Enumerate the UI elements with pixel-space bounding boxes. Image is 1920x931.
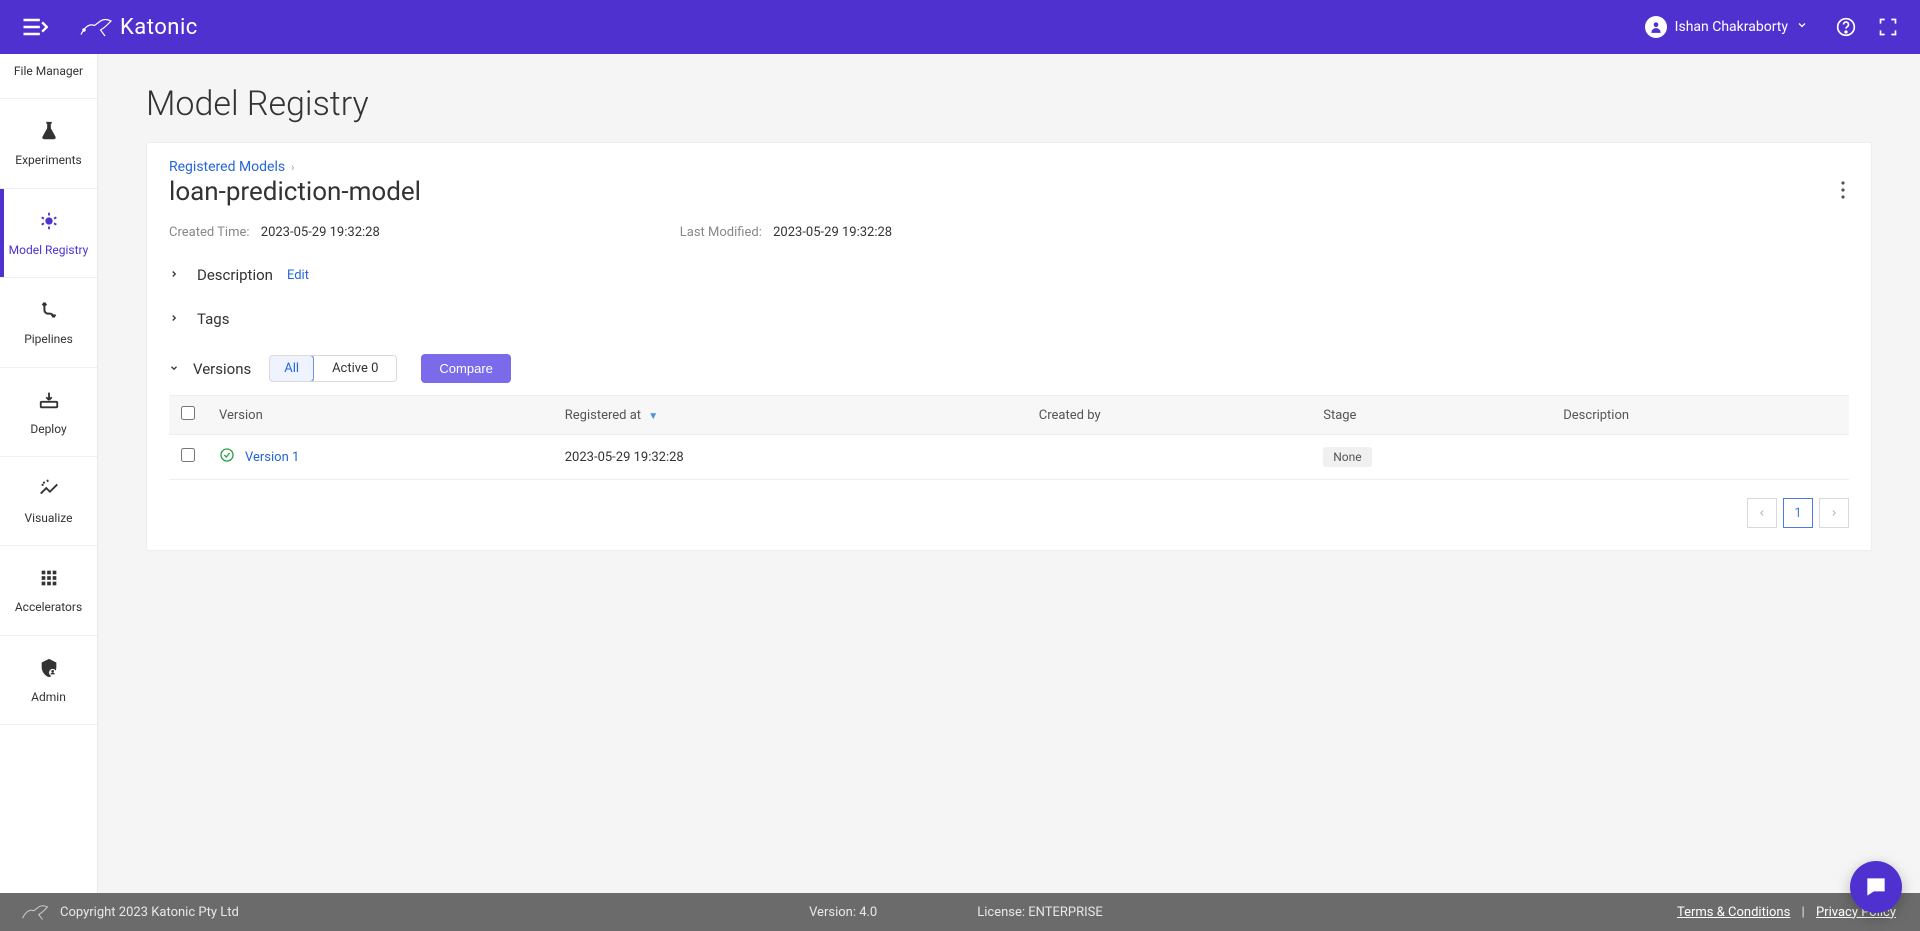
sidebar-item-label: Deploy: [30, 422, 66, 436]
footer: Copyright 2023 Katonic Pty Ltd Version: …: [0, 893, 1920, 931]
main-content: Model Registry Registered Models › loan-…: [98, 54, 1920, 893]
filter-all-tab[interactable]: All: [269, 355, 314, 382]
visualize-icon: [37, 477, 61, 501]
sidebar-item-label: Pipelines: [24, 332, 73, 346]
sidebar-item-visualize[interactable]: Visualize: [0, 457, 97, 546]
col-created-by[interactable]: Created by: [1027, 396, 1311, 435]
sidebar-item-label: Model Registry: [9, 243, 89, 257]
chevron-right-icon: [169, 268, 183, 283]
footer-logo-icon: [20, 902, 50, 922]
compare-button[interactable]: Compare: [421, 354, 510, 383]
footer-separator: |: [1802, 905, 1805, 920]
row-checkbox[interactable]: [181, 448, 195, 462]
footer-copyright: Copyright 2023 Katonic Pty Ltd: [60, 905, 239, 920]
sidebar-item-label: File Manager: [14, 64, 83, 78]
model-registry-icon: [37, 209, 61, 233]
version-link[interactable]: Version 1: [245, 450, 299, 465]
check-circle-icon: [219, 447, 235, 467]
tags-section[interactable]: Tags: [169, 310, 1849, 328]
chevron-down-icon: [1796, 19, 1808, 35]
user-avatar-icon: [1645, 16, 1667, 38]
chevron-right-icon: ›: [291, 161, 294, 174]
sidebar-item-deploy[interactable]: Deploy: [0, 368, 97, 457]
version-filter-group: All Active 0: [269, 355, 397, 382]
chat-button[interactable]: [1850, 861, 1902, 913]
col-stage[interactable]: Stage: [1311, 396, 1551, 435]
pagination-page-1[interactable]: 1: [1783, 498, 1813, 528]
user-menu[interactable]: Ishan Chakraborty: [1637, 12, 1816, 42]
pagination-next-button[interactable]: [1819, 498, 1849, 528]
sidebar-item-accelerators[interactable]: Accelerators: [0, 546, 97, 635]
sidebar-item-label: Experiments: [15, 153, 82, 167]
model-panel: Registered Models › loan-prediction-mode…: [146, 142, 1872, 551]
help-button[interactable]: [1834, 15, 1858, 39]
flask-icon: [37, 119, 61, 143]
fullscreen-button[interactable]: [1876, 15, 1900, 39]
chevron-down-icon[interactable]: [169, 361, 179, 377]
cell-registered-at: 2023-05-29 19:32:28: [553, 435, 1027, 480]
breadcrumb: Registered Models ›: [169, 159, 1849, 175]
breadcrumb-root-link[interactable]: Registered Models: [169, 159, 285, 175]
sidebar-item-label: Admin: [31, 690, 66, 704]
sidebar-item-label: Accelerators: [15, 600, 82, 614]
brand-logo[interactable]: Katonic: [78, 13, 198, 41]
filter-active-tab[interactable]: Active 0: [313, 356, 396, 381]
footer-license: License: ENTERPRISE: [977, 905, 1103, 920]
sort-desc-icon: ▼: [648, 411, 658, 422]
select-all-checkbox[interactable]: [181, 406, 195, 420]
cell-description: [1551, 435, 1849, 480]
sidebar: File Manager Experiments Model Registry …: [0, 54, 98, 893]
meta-row: Created Time: 2023-05-29 19:32:28 Last M…: [169, 225, 1849, 240]
model-name: loan-prediction-model: [169, 177, 421, 207]
versions-section: Versions All Active 0 Compare: [169, 354, 1849, 383]
user-name: Ishan Chakraborty: [1675, 19, 1788, 35]
page-title: Model Registry: [146, 84, 1872, 124]
sidebar-item-model-registry[interactable]: Model Registry: [0, 189, 97, 278]
col-version[interactable]: Version: [207, 396, 553, 435]
cell-created-by: [1027, 435, 1311, 480]
chevron-right-icon: [169, 312, 183, 327]
versions-table: Version Registered at ▼ Created by Stage…: [169, 395, 1849, 480]
admin-icon: [37, 656, 61, 680]
last-modified-value: 2023-05-29 19:32:28: [773, 225, 892, 240]
stage-badge: None: [1323, 447, 1371, 467]
pipelines-icon: [37, 298, 61, 322]
deploy-icon: [37, 388, 61, 412]
last-modified-label: Last Modified:: [680, 225, 762, 240]
col-registered-at[interactable]: Registered at ▼: [553, 396, 1027, 435]
sidebar-item-admin[interactable]: Admin: [0, 636, 97, 725]
col-description[interactable]: Description: [1551, 396, 1849, 435]
pagination-prev-button[interactable]: [1747, 498, 1777, 528]
created-time-label: Created Time:: [169, 225, 250, 240]
versions-label: Versions: [193, 360, 251, 378]
menu-toggle-button[interactable]: [20, 13, 48, 41]
tags-label: Tags: [197, 310, 229, 328]
table-row: Version 1 2023-05-29 19:32:28 None: [169, 435, 1849, 480]
topbar: Katonic Ishan Chakraborty: [0, 0, 1920, 54]
terms-link[interactable]: Terms & Conditions: [1677, 905, 1790, 920]
footer-version: Version: 4.0: [809, 905, 877, 920]
more-options-button[interactable]: [1837, 177, 1849, 207]
edit-description-link[interactable]: Edit: [287, 268, 309, 283]
description-section[interactable]: Description Edit: [169, 266, 1849, 284]
brand-name: Katonic: [120, 15, 198, 40]
description-label: Description: [197, 266, 273, 284]
sidebar-item-experiments[interactable]: Experiments: [0, 99, 97, 188]
created-time-value: 2023-05-29 19:32:28: [261, 225, 380, 240]
sidebar-item-pipelines[interactable]: Pipelines: [0, 278, 97, 367]
sidebar-item-label: Visualize: [25, 511, 73, 525]
grid-icon: [37, 566, 61, 590]
pagination: 1: [169, 498, 1849, 528]
sidebar-item-file-manager[interactable]: File Manager: [0, 54, 97, 99]
